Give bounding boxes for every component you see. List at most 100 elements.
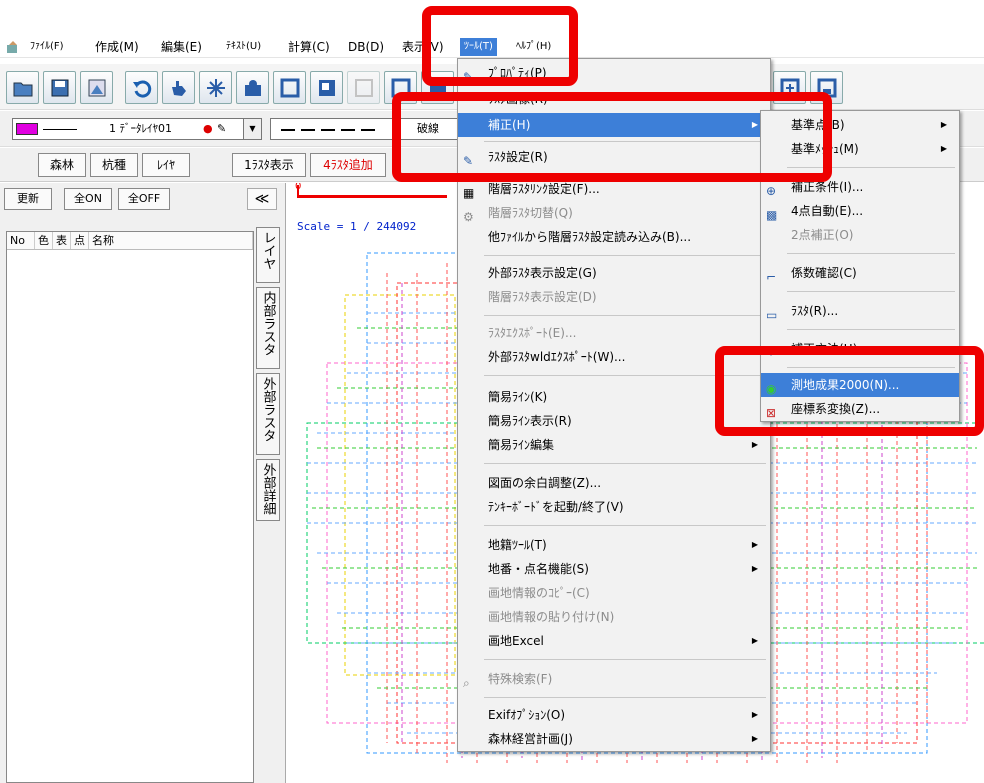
tab-internal-raster-label: 内部ラスタ (260, 291, 276, 356)
submenu-arrow-icon: ▶ (751, 440, 758, 449)
grid-icon (354, 78, 373, 97)
layer-dropdown-arrow[interactable]: ▼ (243, 119, 261, 139)
submenu-item-4point-auto[interactable]: ▩ 4点自動(E)... (761, 199, 959, 223)
menu-db[interactable]: DB(D) (344, 38, 388, 56)
menu-item-label: 階層ﾗｽﾀ切替(Q) (488, 206, 573, 220)
refresh-button[interactable]: 更新 (4, 188, 52, 210)
tab-internal-raster[interactable]: 内部ラスタ (256, 287, 280, 369)
raster-switch-icon: ⚙ (463, 210, 474, 224)
sparkle-icon (206, 78, 225, 97)
menu-item-label: 外部ﾗｽﾀwldｴｸｽﾎﾟｰﾄ(W)... (488, 350, 626, 364)
corner-tool-button[interactable] (310, 71, 343, 104)
menu-item-label: 2点補正(O) (791, 228, 854, 242)
menu-item-copy-parcel-info[interactable]: 画地情報のｺﾋﾟｰ(C) (458, 581, 770, 605)
tab-external-detail[interactable]: 外部詳細 (256, 459, 280, 521)
menu-item-external-raster-display[interactable]: 外部ﾗｽﾀ表示設定(G) (458, 261, 770, 285)
menu-item-label: 他ﾌｧｲﾙから階層ﾗｽﾀ設定読み込み(B)... (488, 230, 692, 244)
col-point: 点 (71, 232, 89, 249)
menu-item-label: 係数確認(C) (791, 266, 857, 280)
menu-item-label: 森林経営計画(J) (488, 732, 573, 746)
col-name: 名称 (89, 232, 253, 249)
menu-item-label: Exifｵﾌﾟｼｮﾝ(O) (488, 708, 566, 722)
tab-external-detail-label: 外部詳細 (260, 463, 276, 515)
layer-combo[interactable]: 1 ﾃﾞｰﾀﾚｲﾔ01 ● ✎ ▼ (12, 118, 262, 140)
submenu-arrow-icon: ▶ (940, 120, 947, 129)
menu-item-label: 画地情報の貼り付け(N) (488, 610, 615, 624)
menu-calc[interactable]: 計算(C) (284, 38, 334, 56)
menu-item-cadastral-tools[interactable]: 地籍ﾂｰﾙ(T) ▶ (458, 533, 770, 557)
menu-item-special-search[interactable]: ⌕ 特殊検索(F) (458, 667, 770, 691)
menu-item-load-layer-raster[interactable]: 他ﾌｧｲﾙから階層ﾗｽﾀ設定読み込み(B)... (458, 225, 770, 249)
menu-item-forest-plan[interactable]: 森林経営計画(J) ▶ (458, 727, 770, 751)
layer-color-swatch (16, 123, 38, 135)
layer-list-header: No 色 表 点 名称 (7, 232, 253, 250)
submenu-item-2point-correction[interactable]: 2点補正(O) (761, 223, 959, 247)
menu-item-simple-line-edit[interactable]: 簡易ﾗｲﾝ編集 ▶ (458, 433, 770, 457)
menu-item-layer-raster-switch[interactable]: ⚙ 階層ﾗｽﾀ切替(Q) (458, 201, 770, 225)
col-display: 表 (53, 232, 71, 249)
menu-item-margin-adjust[interactable]: 図面の余白調整(Z)... (458, 471, 770, 495)
print-button[interactable] (80, 71, 113, 104)
col-color: 色 (35, 232, 53, 249)
menu-item-label: 外部ﾗｽﾀ表示設定(G) (488, 266, 597, 280)
submenu-arrow-icon: ▶ (751, 734, 758, 743)
menu-separator (787, 329, 955, 330)
raster4-add-button[interactable]: 4ﾗｽﾀ追加 (310, 153, 386, 177)
layer-panel: 更新 全ON 全OFF ≪ No 色 表 点 名称 レイヤ 内部ラスタ 外部ラス… (0, 183, 286, 783)
menu-file[interactable]: ﾌｧｲﾙ(F) (26, 38, 68, 56)
menu-item-label: 図面の余白調整(Z)... (488, 476, 602, 490)
menu-item-label: ﾗｽﾀｴｸｽﾎﾟｰﾄ(E)... (488, 326, 577, 340)
corner-icon (318, 79, 335, 96)
all-on-button[interactable]: 全ON (64, 188, 112, 210)
save-button[interactable] (43, 71, 76, 104)
disabled-tool-button[interactable] (347, 71, 380, 104)
frame-icon (280, 78, 299, 97)
menu-item-label: 地番・点名機能(S) (488, 562, 589, 576)
menu-item-label: 簡易ﾗｲﾝ(K) (488, 390, 548, 404)
tab-external-raster-label: 外部ラスタ (260, 377, 276, 442)
menu-create[interactable]: 作成(M) (91, 38, 143, 56)
menu-separator (484, 697, 766, 698)
menu-item-parcel-excel[interactable]: 画地Excel ▶ (458, 629, 770, 653)
menu-item-lot-point-names[interactable]: 地番・点名機能(S) ▶ (458, 557, 770, 581)
menu-item-label: 階層ﾗｽﾀ表示設定(D) (488, 290, 597, 304)
tab-layer-label: レイヤ (260, 231, 276, 270)
pen-icon: ✎ (217, 122, 227, 135)
menu-item-paste-parcel-info[interactable]: 画地情報の貼り付け(N) (458, 605, 770, 629)
app-icon (7, 41, 17, 53)
raster-r-icon: ▭ (766, 308, 778, 322)
raster1-display-button[interactable]: 1ﾗｽﾀ表示 (232, 153, 306, 177)
raster-link-icon: ▦ (463, 186, 475, 200)
tab-external-raster[interactable]: 外部ラスタ (256, 373, 280, 455)
layer-list[interactable]: No 色 表 点 名称 (6, 231, 254, 783)
hand-tool-button[interactable] (162, 71, 195, 104)
menu-item-raster-export[interactable]: ﾗｽﾀｴｸｽﾎﾟｰﾄ(E)... (458, 321, 770, 345)
menu-separator (484, 525, 766, 526)
menu-item-tenkey-toggle[interactable]: ﾃﾝｷｰﾎﾞｰﾄﾞを起動/終了(V) (458, 495, 770, 519)
chart-icon (88, 79, 105, 96)
submenu-item-raster[interactable]: ▭ ﾗｽﾀ(R)... (761, 299, 959, 323)
point-dot-icon: ● (203, 122, 213, 135)
layer-button[interactable]: ﾚｲﾔ (142, 153, 190, 177)
menu-separator (484, 463, 766, 464)
grid-tool-button[interactable] (199, 71, 232, 104)
select-tool-button[interactable] (273, 71, 306, 104)
menu-edit[interactable]: 編集(E) (157, 38, 206, 56)
region-tool-button[interactable] (236, 71, 269, 104)
collapse-panel-button[interactable]: ≪ (247, 188, 277, 210)
open-button[interactable] (6, 71, 39, 104)
menu-item-exif-options[interactable]: Exifｵﾌﾟｼｮﾝ(O) ▶ (458, 703, 770, 727)
undo-button[interactable] (125, 71, 158, 104)
menu-separator (787, 253, 955, 254)
submenu-arrow-icon: ▶ (940, 144, 947, 153)
menu-item-layer-raster-display[interactable]: 階層ﾗｽﾀ表示設定(D) (458, 285, 770, 309)
undo-icon (132, 80, 151, 98)
all-off-button[interactable]: 全OFF (118, 188, 170, 210)
menu-item-label: ﾃﾝｷｰﾎﾞｰﾄﾞを起動/終了(V) (488, 500, 624, 514)
stake-type-button[interactable]: 杭種 (90, 153, 138, 177)
submenu-item-coefficient-check[interactable]: ⌐ 係数確認(C) (761, 261, 959, 285)
submenu-arrow-icon: ▶ (751, 636, 758, 645)
menu-text[interactable]: ﾃｷｽﾄ(U) (222, 38, 265, 56)
forest-button[interactable]: 森林 (38, 153, 86, 177)
tab-layer[interactable]: レイヤ (256, 227, 280, 283)
